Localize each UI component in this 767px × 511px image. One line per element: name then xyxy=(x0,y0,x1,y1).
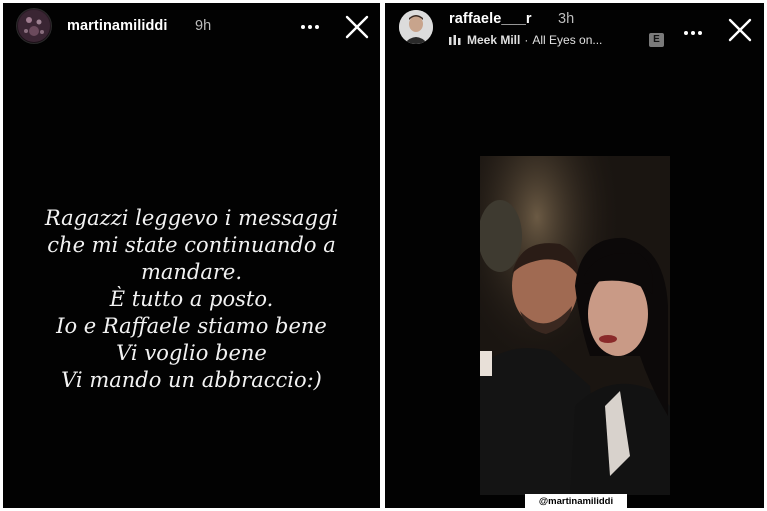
story-text-line: È tutto a posto. xyxy=(109,287,274,311)
username[interactable]: raffaele___r xyxy=(449,11,532,27)
couple-photo xyxy=(480,156,670,495)
more-horizontal-icon xyxy=(684,31,702,35)
more-horizontal-icon xyxy=(301,25,319,29)
close-button[interactable] xyxy=(727,17,753,43)
story-panel-left: martinamiliddi 9h Ragazzi leggevo i mess… xyxy=(3,3,380,508)
story-text-line: che mi state continuando a xyxy=(47,233,336,257)
username[interactable]: martinamiliddi xyxy=(67,18,168,34)
music-artist: Meek Mill xyxy=(467,33,521,47)
story-text-line: mandare. xyxy=(140,260,243,284)
explicit-badge: E xyxy=(649,33,664,47)
story-text-line: Vi mando un abbraccio:) xyxy=(61,368,322,392)
avatar-image xyxy=(399,10,433,44)
more-options-button[interactable] xyxy=(299,19,321,29)
story-header: raffaele___r 3h Meek Mill · All Eyes on.… xyxy=(385,3,764,55)
story-header: martinamiliddi 9h xyxy=(3,3,380,55)
more-options-button[interactable] xyxy=(682,25,704,35)
story-text: Ragazzi leggevo i messaggi che mi state … xyxy=(3,205,380,394)
close-icon xyxy=(728,18,752,42)
close-icon xyxy=(345,15,369,39)
story-text-line: Io e Raffaele stiamo bene xyxy=(56,314,327,338)
story-text-line: Vi voglio bene xyxy=(116,341,267,365)
music-track: All Eyes on... xyxy=(532,33,603,47)
music-attribution[interactable]: Meek Mill · All Eyes on... xyxy=(449,32,602,48)
avatar[interactable] xyxy=(399,10,433,44)
avatar[interactable] xyxy=(16,8,52,44)
story-text-line: Ragazzi leggevo i messaggi xyxy=(44,206,339,230)
music-separator: · xyxy=(524,33,529,47)
post-time: 3h xyxy=(558,11,575,27)
story-panel-right: raffaele___r 3h Meek Mill · All Eyes on.… xyxy=(385,3,764,508)
avatar-image xyxy=(18,10,50,42)
close-button[interactable] xyxy=(344,14,370,40)
reshared-photo[interactable] xyxy=(480,156,670,495)
post-time: 9h xyxy=(195,18,212,34)
music-bars-icon xyxy=(449,35,461,45)
mention-sticker[interactable]: @martinamiliddi xyxy=(525,494,627,508)
